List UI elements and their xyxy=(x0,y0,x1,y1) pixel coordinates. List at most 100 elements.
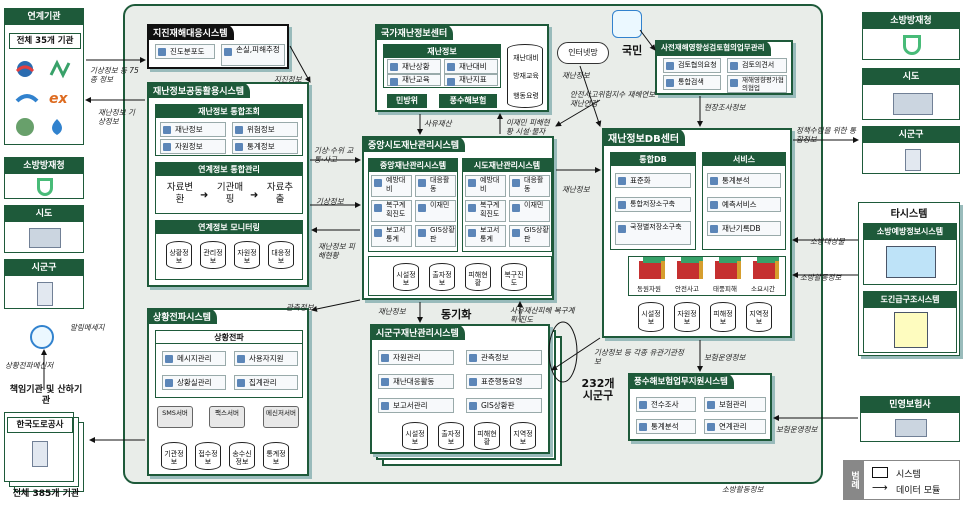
server-icon xyxy=(893,93,933,115)
cube-row: 동원자원 안전사고 태풍피해 소요시간 xyxy=(628,256,786,296)
central-prevention[interactable]: 예방대비 xyxy=(371,175,412,197)
cube-safety: 안전사고 xyxy=(675,285,699,293)
db-county-invest: 출자정보 xyxy=(438,422,464,450)
db-intake: 접수정보 xyxy=(195,442,221,470)
eq-loss-estimate[interactable]: 손실,피해추정 xyxy=(221,44,285,66)
emergency-rescue-label: 도긴급구조시스템 xyxy=(864,292,956,308)
propagation-inner-title: 상황전파 xyxy=(156,331,302,344)
flood-insurance-button[interactable]: 풍수해보험 xyxy=(439,94,497,108)
flow-displaced: 이재민 피해현황 시설·물자 xyxy=(506,118,550,136)
left-province-label: 시도 xyxy=(5,206,83,222)
user-support[interactable]: 사용자지원 xyxy=(234,351,298,366)
standardize[interactable]: 표준화 xyxy=(615,173,691,188)
left-county: 시군구 xyxy=(4,259,84,309)
link-mgmt[interactable]: 연계관리 xyxy=(704,419,766,434)
flow-alert: 알림메세지 xyxy=(70,323,105,332)
link-management: 연계정보 통합관리 자료변환 ➜ 기관매핑 ➜ 자료추출 xyxy=(155,162,303,214)
situation-room[interactable]: 상황실관리 xyxy=(162,375,226,390)
county-conduct[interactable]: 표준행동요령 xyxy=(466,374,542,389)
prov-displaced[interactable]: 이재민 xyxy=(509,200,550,222)
record-db[interactable]: 재난기록DB xyxy=(707,221,781,236)
prov-report[interactable]: 보고서통계 xyxy=(465,225,506,247)
arrow-right-icon: ⟶ xyxy=(872,481,888,494)
pre-review-title: 사전재해영향성검토협의업무관리 xyxy=(655,40,771,56)
inquiry-stats[interactable]: 통계정보 xyxy=(232,139,298,154)
aggregate-mgmt[interactable]: 집계관리 xyxy=(234,375,298,390)
prediction-service[interactable]: 예측서비스 xyxy=(707,197,781,212)
national-store[interactable]: 국정별저장소구축 xyxy=(615,221,691,245)
propagation-title: 상황전파시스템 xyxy=(147,308,217,324)
flow-insurer-ops: 보험운영정보 xyxy=(776,425,818,434)
db-response: 대응정보 xyxy=(268,241,294,269)
nat-status[interactable]: 재난상황 xyxy=(387,59,441,74)
central-displaced[interactable]: 이재민 xyxy=(415,200,456,222)
legend-title: 범례 xyxy=(844,461,864,499)
review-opinion[interactable]: 검토의견서 xyxy=(727,58,787,73)
left-county-label: 시군구 xyxy=(5,260,83,276)
inquiry-resource[interactable]: 자원정보 xyxy=(160,139,226,154)
review-collab[interactable]: 재해영향평가협의협업 xyxy=(727,75,787,93)
sync-label: 동기화 xyxy=(441,308,472,321)
integrated-inquiry: 재난정보 통합조회 재난정보 위험정보 자원정보 통계정보 xyxy=(155,104,303,156)
flow-recovery: 사유재산피해 복구계획·진도 xyxy=(510,306,575,324)
central-db-row: 시설정보 출자정보 피해현황 복구진도 xyxy=(368,256,552,296)
left-propagation-icon xyxy=(30,325,54,349)
propagation-system: 상황전파시스템 상황전파 메시지관리 사용자지원 상황실관리 집계관리 SMS서… xyxy=(147,308,309,476)
other-systems: 타시스템 소방예방정보시스템 도긴급구조시스템 xyxy=(858,202,960,356)
review-search[interactable]: 통합검색 xyxy=(663,75,721,90)
county-response[interactable]: 재난대응활동 xyxy=(378,374,454,389)
msg-mgmt[interactable]: 메시지관리 xyxy=(162,351,226,366)
nat-indicators[interactable]: 재난지표 xyxy=(444,74,498,86)
monitor-icon xyxy=(886,246,936,278)
info-sharing-system: 재난정보공동활용시스템 재난정보 통합조회 재난정보 위험정보 자원정보 통계정… xyxy=(147,82,309,287)
earthquake-response-title: 지진재해대응시스템 xyxy=(147,24,234,40)
linked-agencies-box: 연계기관 전체 35개 기관 ex xyxy=(4,8,84,145)
county-observation[interactable]: 관측정보 xyxy=(466,350,542,365)
nat-prepare[interactable]: 재난대비 xyxy=(444,59,498,74)
county-resource[interactable]: 자원관리 xyxy=(378,350,454,365)
building-icon xyxy=(32,441,48,467)
insurance-mgmt[interactable]: 보험관리 xyxy=(704,397,766,412)
flow-observation: 관측정보 xyxy=(286,303,314,312)
left-fire-agency-label: 소방방재청 xyxy=(5,158,83,174)
prov-gis[interactable]: GIS상황판 xyxy=(509,225,550,247)
fax-server: 팩스서버 xyxy=(209,406,245,428)
county-report[interactable]: 보고서관리 xyxy=(378,398,454,413)
prov-response[interactable]: 대응활동 xyxy=(509,175,550,197)
cube-typhoon: 태풍피해 xyxy=(713,285,737,293)
step-convert: 자료변환 xyxy=(166,182,194,205)
db-county-facility: 시설정보 xyxy=(402,422,428,450)
prov-prevention[interactable]: 예방대비 xyxy=(465,175,506,197)
right-province: 시도 xyxy=(862,68,960,120)
flow-disaster-info-2: 재난정보 xyxy=(562,71,590,80)
flow-disaster-info: 재난정보 xyxy=(562,185,590,194)
agency-logos: ex xyxy=(13,57,79,141)
db-center-region: 지역정보 xyxy=(746,302,772,332)
eq-intensity-map[interactable]: 진도분포도 xyxy=(155,44,215,59)
private-insurer: 민영보험사 xyxy=(860,396,960,442)
county-gis[interactable]: GIS상황판 xyxy=(466,398,542,413)
prov-recovery[interactable]: 복구계획진도 xyxy=(465,200,506,222)
central-response[interactable]: 대응활동 xyxy=(415,175,456,197)
inquiry-risk[interactable]: 위험정보 xyxy=(232,122,298,137)
review-request[interactable]: 검토협의요청 xyxy=(663,58,721,73)
server-icon xyxy=(29,228,61,248)
stats-analysis[interactable]: 통계분석 xyxy=(707,173,781,188)
provincial-system-title: 시도재난관리시스템 xyxy=(463,159,551,172)
insurance-stats[interactable]: 통계분석 xyxy=(636,419,696,434)
inquiry-disaster[interactable]: 재난정보 xyxy=(160,122,226,137)
link-monitoring-title: 연계정보 모니터링 xyxy=(156,221,302,234)
flow-disaster-status: 재난정보 xyxy=(378,307,406,316)
agency-logo-icons: ex xyxy=(15,59,71,136)
responsible-agency-box: 한국도로공사 전체 385개 기관 xyxy=(4,412,84,500)
central-report[interactable]: 보고서통계 xyxy=(371,225,412,247)
integrated-db-title: 통합DB xyxy=(611,153,695,166)
integrated-store[interactable]: 통합저장소구축 xyxy=(615,197,691,212)
civil-defense-button[interactable]: 민방위 xyxy=(387,94,427,108)
survey[interactable]: 전수조사 xyxy=(636,397,696,412)
central-recovery[interactable]: 복구계획진도 xyxy=(371,200,412,222)
other-systems-title: 타시스템 xyxy=(890,209,928,220)
db-center-title: 재난정보DB센터 xyxy=(602,128,686,146)
nat-education[interactable]: 재난교육 xyxy=(387,74,441,86)
central-gis[interactable]: GIS상황판 xyxy=(415,225,456,247)
